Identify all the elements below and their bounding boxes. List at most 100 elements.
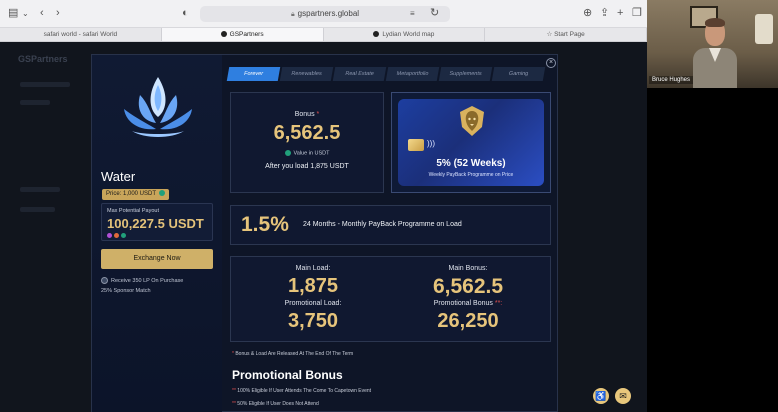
payback-subtitle: Weekly PayBack Programme on Price	[428, 172, 514, 178]
tab-real-estate[interactable]: Real Estate	[332, 67, 387, 81]
receive-lp-row: Receive 350 LP On Purchase	[101, 277, 183, 284]
tab-label: safari world - safari World	[43, 31, 118, 38]
usdt-note-text: Value in USDT	[293, 150, 330, 157]
video-area-blank	[647, 88, 778, 412]
reader-icon[interactable]: ≡	[410, 8, 415, 19]
tab-gaming[interactable]: Gaming	[491, 67, 546, 81]
monthly-rate-card: 1.5% 24 Months - Monthly PayBack Program…	[230, 205, 551, 245]
tab-metaportfolio[interactable]: Metaportfolio	[385, 67, 440, 81]
tab-forever[interactable]: Forever	[226, 67, 281, 81]
lock-icon: 🔒︎	[290, 11, 295, 18]
product-modal: Water Price: 1,000 USDT Max Potential Pa…	[91, 54, 631, 412]
load-summary-card: Main Load: 1,875 Promotional Load: 3,750…	[230, 256, 551, 342]
forward-icon[interactable]: ›	[56, 8, 60, 19]
promotional-bonus-asterisks: **:	[492, 300, 503, 307]
privacy-shield-icon[interactable]: ◐	[182, 8, 189, 19]
background-nav-line	[20, 187, 60, 192]
receive-lp-checkbox[interactable]	[101, 277, 108, 284]
card-chip-icon	[408, 139, 424, 151]
main-load-value: 1,875	[287, 275, 339, 297]
tab-label: Start Page	[554, 31, 585, 38]
main-bonus-label: Main Bonus:	[448, 265, 488, 272]
background-brand: GSPartners	[18, 54, 68, 64]
coin-icons	[107, 233, 126, 238]
promotional-bonus-line: ** 50% Eligible If User Does Not Attend	[232, 401, 319, 407]
product-panel: Water Price: 1,000 USDT Max Potential Pa…	[92, 55, 222, 412]
release-footnote: * Bonus & Load Are Released At The End O…	[232, 351, 353, 357]
browser-tab[interactable]: ☆ Start Page	[485, 28, 647, 41]
accessibility-icon[interactable]: ♿	[593, 388, 609, 404]
tab-supplements[interactable]: Supplements	[438, 67, 493, 81]
modal-content: × Forever Renewables Real Estate Metapor…	[222, 55, 631, 412]
favicon-icon	[373, 31, 380, 38]
chevron-down-icon[interactable]: ⌄	[22, 8, 29, 19]
share-icon[interactable]: ⇪	[600, 8, 609, 19]
gspartners-favicon-icon	[220, 31, 227, 38]
category-tabs: Forever Renewables Real Estate Metaportf…	[226, 67, 546, 81]
promotional-bonus-line-text: 50% Eligible If User Does Not Attend	[237, 401, 319, 407]
promotional-load-label: Promotional Load:	[284, 300, 342, 307]
new-tab-icon[interactable]: +	[617, 8, 623, 19]
line-asterisk: **	[232, 401, 236, 407]
participant-name: Bruce Hughes	[649, 76, 694, 84]
monthly-rate-text: 24 Months - Monthly PayBack Programme on…	[303, 221, 462, 228]
browser-tab-active[interactable]: GSPartners	[161, 28, 324, 41]
browser-toolbar: ▤ ⌄ ‹ › ◐ 🔒︎ gspartners.global ≡ ↻ ⊕ ⇪ + …	[0, 0, 647, 28]
usdt-coin-icon	[159, 190, 166, 197]
star-icon: ☆	[546, 31, 555, 38]
lion-emblem-icon	[460, 106, 484, 136]
browser-tab[interactable]: safari world - safari World	[0, 28, 162, 41]
coin-icon	[121, 233, 126, 238]
sidebar-toggle-icon[interactable]: ▤	[8, 8, 18, 19]
browser-tab[interactable]: Lydian World map	[324, 28, 486, 41]
max-payout-value: 100,227.5 USDT	[107, 216, 204, 231]
promotional-load-value: 3,750	[287, 310, 339, 332]
mail-icon[interactable]: ✉	[615, 388, 631, 404]
line-asterisk: **	[232, 388, 236, 394]
coin-icon	[114, 233, 119, 238]
coin-icon	[107, 233, 112, 238]
exchange-now-button[interactable]: Exchange Now	[101, 249, 213, 269]
payback-card: ))) 5% (52 Weeks) Weekly PayBack Program…	[391, 92, 551, 193]
video-tile: Bruce Hughes	[647, 0, 778, 88]
tab-overview-icon[interactable]: ❐	[632, 8, 642, 19]
max-payout-box: Max Potential Payout 100,227.5 USDT	[101, 203, 213, 241]
max-payout-label: Max Potential Payout	[107, 208, 159, 214]
tab-renewables[interactable]: Renewables	[279, 67, 334, 81]
footnote-text: Bonus & Load Are Released At The End Of …	[235, 351, 354, 357]
back-icon[interactable]: ‹	[40, 8, 44, 19]
background-nav-line	[20, 82, 70, 87]
bonus-asterisk: *	[316, 111, 320, 118]
price-badge: Price: 1,000 USDT	[102, 189, 170, 200]
url-text: gspartners.global	[297, 9, 360, 18]
promotional-bonus-line: ** 100% Eligible If User Attends The Com…	[232, 388, 371, 394]
price-text: Price: 1,000 USDT	[106, 191, 157, 197]
promotional-bonus-title: Promotional Bonus	[232, 368, 343, 382]
screen: ▤ ⌄ ‹ › ◐ 🔒︎ gspartners.global ≡ ↻ ⊕ ⇪ + …	[0, 0, 778, 412]
promotional-bonus-value: 26,250	[437, 310, 499, 332]
payback-percent: 5% (52 Weeks)	[436, 158, 506, 169]
usdt-note: Value in USDT	[231, 150, 383, 156]
payback-card-face: ))) 5% (52 Weeks) Weekly PayBack Program…	[398, 99, 544, 186]
tab-bar: safari world - safari World GSPartners L…	[0, 28, 647, 42]
reload-icon[interactable]: ↻	[430, 8, 439, 19]
bonus-label-text: Bonus	[294, 111, 315, 118]
bonus-card: Bonus * 6,562.5 Value in USDT After you …	[230, 92, 384, 193]
main-bonus-value: 6,562.5	[432, 275, 504, 298]
tab-label: GSPartners	[229, 31, 264, 38]
contactless-icon: )))	[427, 139, 435, 148]
bonus-label: Bonus *	[231, 111, 383, 118]
bonus-value: 6,562.5	[273, 122, 341, 144]
receive-lp-text: Receive 350 LP On Purchase	[111, 277, 184, 284]
water-lotus-icon	[124, 77, 192, 137]
lamp	[755, 14, 773, 44]
participant-hair	[705, 18, 725, 27]
main-load-label: Main Load:	[295, 265, 331, 272]
download-icon[interactable]: ⊕	[583, 8, 592, 19]
after-load-text: After you load 1,875 USDT	[265, 163, 349, 170]
sponsor-match-text: 25% Sponsor Match	[101, 288, 151, 294]
footnote-asterisk: *	[232, 351, 234, 357]
monthly-rate-value: 1.5%	[241, 213, 289, 236]
product-name: Water	[101, 169, 136, 184]
close-icon[interactable]: ×	[546, 58, 556, 68]
